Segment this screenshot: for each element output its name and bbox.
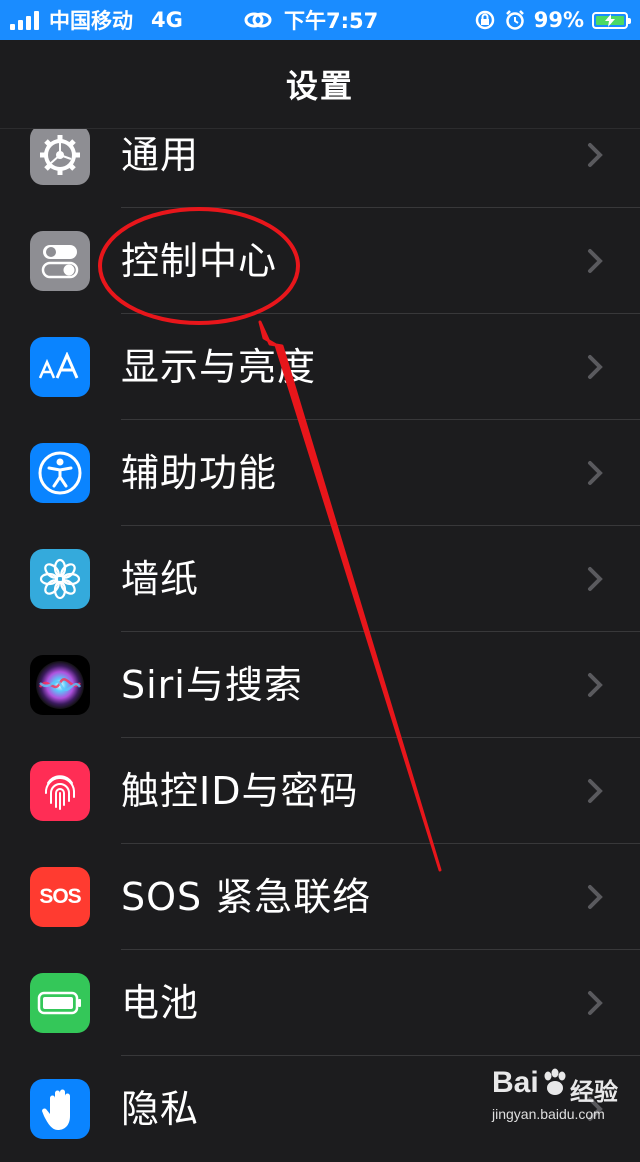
- battery-icon: [592, 11, 631, 29]
- clock: 下午7:57: [284, 9, 379, 33]
- accessibility-icon: [30, 443, 90, 503]
- settings-list[interactable]: 通用 控制中心 显示与亮度 辅助功能 墙纸 Siri与搜索 触控ID与密码 SO…: [0, 102, 640, 1162]
- watermark-brand: Bai: [492, 1066, 539, 1099]
- orientation-lock-icon: [475, 10, 494, 30]
- chevron-right-icon: [588, 567, 603, 591]
- chevron-right-icon: [588, 779, 603, 803]
- chevron-right-icon: [588, 355, 603, 379]
- network-type: 4G: [151, 8, 183, 32]
- chevron-right-icon: [588, 885, 603, 909]
- settings-item-accessibility[interactable]: 辅助功能: [0, 420, 640, 526]
- settings-item-label: 触控ID与密码: [121, 769, 359, 813]
- baidu-watermark: Bai 经验 jingyan.baidu.com: [492, 1066, 632, 1126]
- siri-icon: [30, 655, 90, 715]
- fingerprint-icon: [30, 761, 90, 821]
- status-right: 99%: [474, 0, 631, 40]
- chevron-right-icon: [588, 249, 603, 273]
- signal-strength-icon: [10, 10, 39, 30]
- chevron-right-icon: [588, 673, 603, 697]
- status-center: 下午7:57: [244, 0, 378, 40]
- carrier-name: 中国移动: [49, 9, 133, 33]
- hand-icon: [30, 1079, 90, 1139]
- paw-icon: [544, 1068, 566, 1095]
- page-title: 设置: [285, 67, 354, 105]
- gear-icon: [30, 125, 90, 185]
- status-bar: 中国移动 4G 下午7:57 99%: [0, 0, 640, 40]
- link-icon: [244, 12, 272, 28]
- settings-item-label: 隐私: [121, 1087, 200, 1131]
- toggles-icon: [30, 231, 90, 291]
- watermark-url: jingyan.baidu.com: [492, 1106, 605, 1122]
- battery-percent: 99%: [533, 8, 584, 32]
- settings-item-label: Siri与搜索: [121, 663, 303, 707]
- watermark-suffix: 经验: [570, 1078, 618, 1106]
- settings-item-label: 墙纸: [121, 557, 200, 601]
- chevron-right-icon: [588, 461, 603, 485]
- sos-icon: SOS: [30, 867, 90, 927]
- settings-item-label: 辅助功能: [121, 451, 278, 495]
- settings-item-display-brightness[interactable]: 显示与亮度: [0, 314, 640, 420]
- settings-item-touch-id-passcode[interactable]: 触控ID与密码: [0, 738, 640, 844]
- settings-item-siri-search[interactable]: Siri与搜索: [0, 632, 640, 738]
- text-size-icon: [30, 337, 90, 397]
- alarm-icon: [505, 10, 524, 30]
- status-left: 中国移动 4G: [10, 0, 183, 40]
- settings-item-label: 显示与亮度: [121, 345, 317, 389]
- settings-item-label: 控制中心: [121, 239, 278, 283]
- settings-item-wallpaper[interactable]: 墙纸: [0, 526, 640, 632]
- sos-icon-text: SOS: [39, 885, 81, 908]
- navigation-bar: 设置: [0, 40, 640, 129]
- flower-icon: [30, 549, 90, 609]
- chevron-right-icon: [588, 991, 603, 1015]
- settings-item-battery[interactable]: 电池: [0, 950, 640, 1056]
- settings-item-label: SOS 紧急联络: [121, 875, 372, 919]
- battery-icon: [30, 973, 90, 1033]
- settings-item-control-center[interactable]: 控制中心: [0, 208, 640, 314]
- settings-item-label: 电池: [121, 981, 200, 1025]
- chevron-right-icon: [588, 143, 603, 167]
- settings-item-emergency-sos[interactable]: SOS SOS 紧急联络: [0, 844, 640, 950]
